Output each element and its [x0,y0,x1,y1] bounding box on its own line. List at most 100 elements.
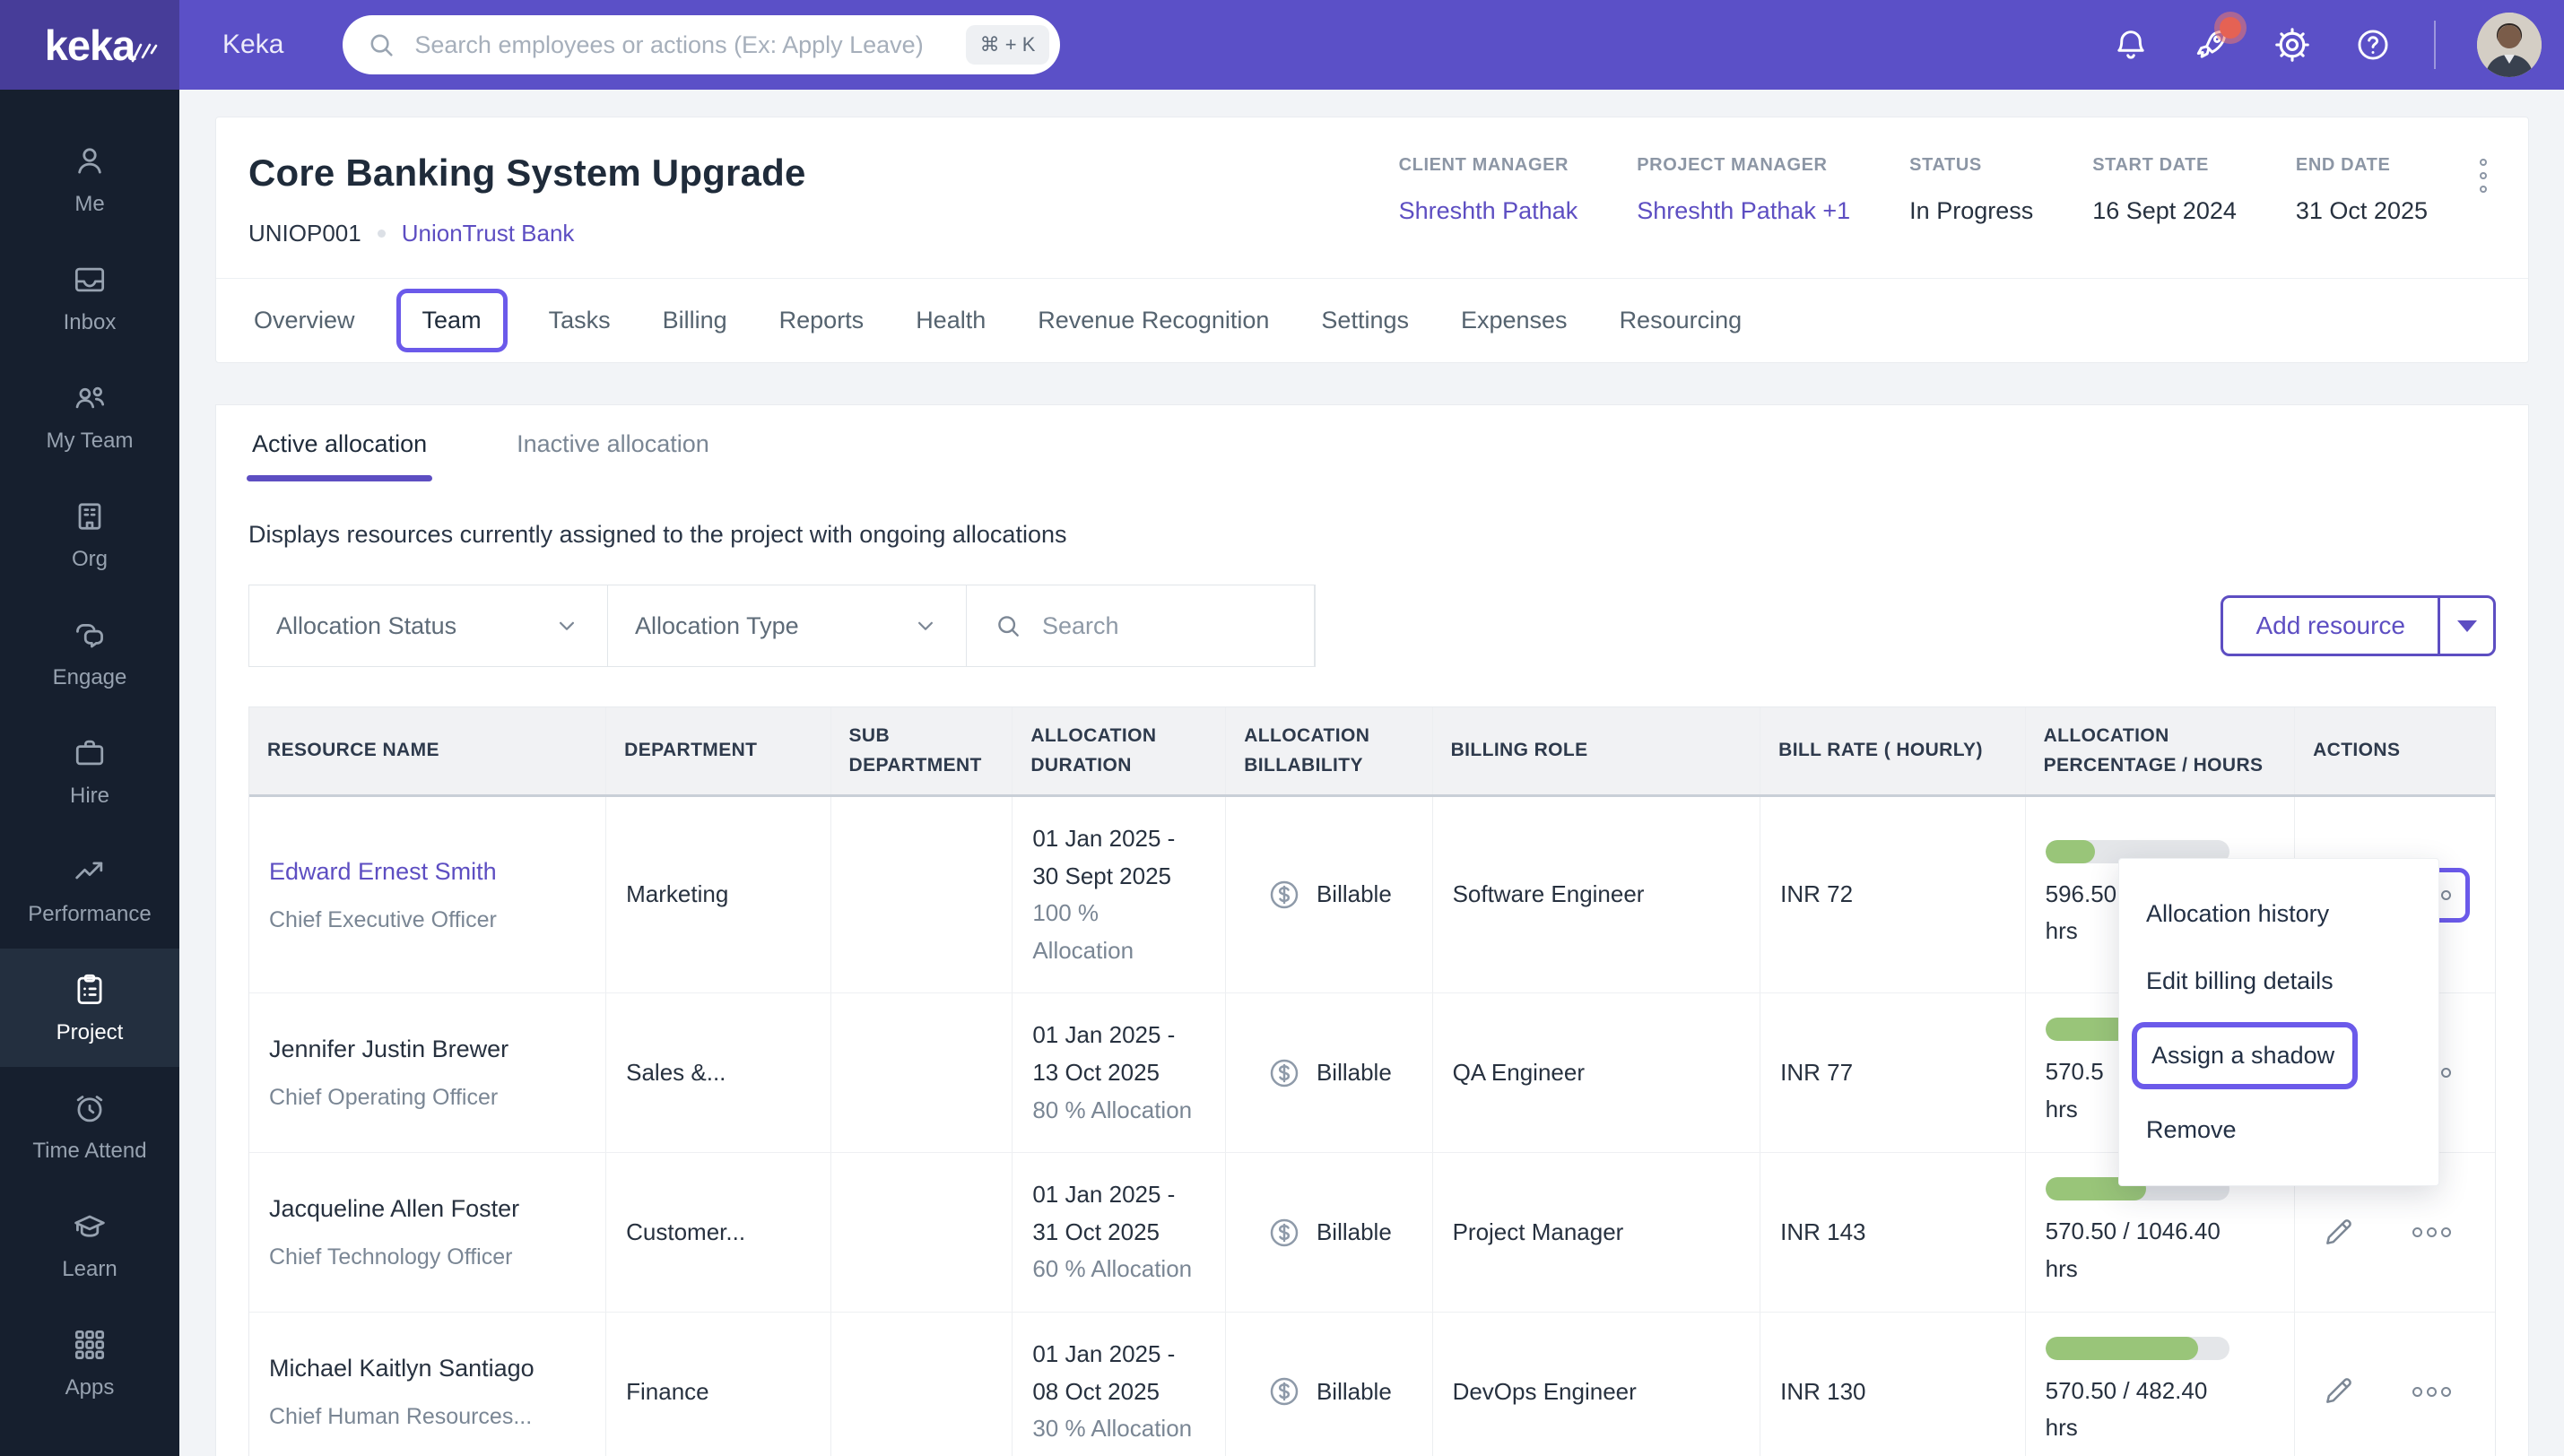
sidebar-item-icon [70,1207,109,1246]
edit-pencil-icon[interactable] [2320,1215,2356,1251]
allocation-type-filter[interactable]: Allocation Type [608,585,967,666]
project-header-top: Core Banking System Upgrade UNIOP001 Uni… [216,117,2528,278]
sidebar-item-icon [70,733,109,773]
sidebar-item-learn[interactable]: Learn [0,1185,179,1304]
bill-rate-value: INR 143 [1780,1218,1866,1245]
department-cell: Finance [606,1313,831,1456]
notifications-bell-icon[interactable] [2111,25,2151,65]
resource-name-link[interactable]: Jennifer Justin Brewer [269,1030,508,1069]
billability-value: Billable [1316,880,1392,908]
add-resource-button[interactable]: Add resource [2223,598,2438,654]
column-header-actions: ACTIONS [2313,740,2401,761]
row-actions-context-menu: Allocation history Edit billing details As… [2118,858,2439,1186]
department-value: Finance [626,1377,709,1405]
project-options-kebab[interactable] [2476,155,2490,196]
tab-reports[interactable]: Reports [779,307,865,334]
actions-cell [2295,1313,2495,1456]
sidebar-item-hire[interactable]: Hire [0,712,179,830]
table-search[interactable] [967,585,1315,666]
tab-billing[interactable]: Billing [663,307,727,334]
logo-spark-icon [127,27,158,63]
allocation-duration-cell: 01 Jan 2025 -30 Sept 2025 100 % Allocatio… [1013,797,1227,993]
resource-name-link[interactable]: Edward Ernest Smith [269,853,497,891]
whats-new-rocket-icon[interactable] [2192,17,2241,65]
user-avatar[interactable] [2477,13,2542,77]
department-value: Customer... [626,1218,746,1245]
project-meta-item: STATUS In Progress [1909,155,2033,225]
allocation-duration-cell: 01 Jan 2025 -08 Oct 2025 30 % Allocation [1013,1313,1227,1456]
context-menu-item-remove[interactable]: Remove [2119,1096,2438,1164]
sidebar-item-label: Time Attend [32,1139,147,1163]
sidebar-item-performance[interactable]: Performance [0,830,179,949]
meta-label: STATUS [1909,155,1982,175]
department-value: Sales &... [626,1059,726,1087]
sidebar-item-me[interactable]: Me [0,120,179,238]
sub-department-cell [831,797,1013,993]
subtab-inactive-allocation[interactable]: Inactive allocation [517,430,709,481]
project-code: UNIOP001 [248,220,361,247]
context-menu-item-allocation-history[interactable]: Allocation history [2119,880,2438,948]
sidebar-item-project[interactable]: Project [0,949,179,1067]
resource-name-link[interactable]: Jacqueline Allen Foster [269,1190,519,1228]
department-cell: Customer... [606,1153,831,1313]
resource-name-link[interactable]: Michael Kaitlyn Santiago [269,1349,535,1388]
ellipsis-icon [2412,1386,2451,1397]
tab-team[interactable]: Team [395,289,508,352]
settings-gear-icon[interactable] [2273,25,2312,65]
tab-resourcing[interactable]: Resourcing [1620,307,1743,334]
billability-value: Billable [1316,1059,1392,1087]
sidebar-item-inbox[interactable]: Inbox [0,238,179,357]
sidebar-item-org[interactable]: Org [0,475,179,594]
project-meta-item: PROJECT MANAGER Shreshth Pathak +1 [1637,155,1850,225]
allocation-subtabs: Active allocation Inactive allocation [216,405,2528,481]
bill-rate-cell: INR 72 [1760,797,2026,993]
context-menu-item-assign-a-shadow[interactable]: Assign a shadow [2132,1022,2358,1089]
tab-overview[interactable]: Overview [254,307,355,334]
sidebar-item-label: Hire [69,784,109,808]
bill-rate-cell: INR 130 [1760,1313,2026,1456]
allocation-percent-note: 80 % Allocation [1032,1096,1193,1123]
resource-name-cell: Edward Ernest Smith Chief Executive Offi… [249,797,607,993]
meta-label: CLIENT MANAGER [1398,155,1569,175]
context-menu-item-edit-billing-details[interactable]: Edit billing details [2119,948,2438,1015]
main-content: Core Banking System Upgrade UNIOP001 Uni… [179,90,2564,1456]
sidebar-item-my-team[interactable]: My Team [0,357,179,475]
billability-value: Billable [1316,1377,1392,1405]
help-icon[interactable] [2353,25,2393,65]
ellipsis-icon [2412,1227,2451,1238]
table-header-row: RESOURCE NAME DEPARTMENT SUB DEPARTMENT ALL… [249,707,2495,798]
allocation-status-filter[interactable]: Allocation Status [249,585,608,666]
chevron-down-icon [912,612,939,639]
sidebar-item-time-attend[interactable]: Time Attend [0,1067,179,1185]
sidebar-item-engage[interactable]: Engage [0,594,179,712]
sidebar-item-label: Org [71,547,108,571]
add-resource-dropdown-toggle[interactable] [2438,598,2493,654]
sidebar-item-apps[interactable]: Apps [0,1304,179,1422]
row-actions-kebab[interactable] [2394,1205,2470,1260]
allocation-hours-cell: 570.50 / 482.40 hrs [2026,1313,2296,1456]
subtab-active-allocation[interactable]: Active allocation [246,430,433,481]
row-actions-kebab[interactable] [2394,1365,2470,1419]
billability-cell: Billable [1226,993,1433,1153]
tab-health[interactable]: Health [916,307,986,334]
tab-settings[interactable]: Settings [1321,307,1409,334]
topbar-divider [2434,21,2436,69]
allocation-percent-note: 60 % Allocation [1032,1255,1193,1283]
column-header-allocation-billability: ALLOCATION BILLABILITY [1226,707,1433,795]
global-search-input[interactable] [413,30,950,60]
keka-logo[interactable]: keka [0,0,179,90]
tab-tasks[interactable]: Tasks [549,307,611,334]
tab-expenses[interactable]: Expenses [1461,307,1568,334]
global-search[interactable]: ⌘ + K [343,15,1061,74]
meta-value[interactable]: Shreshth Pathak +1 [1637,197,1850,225]
table-search-input[interactable] [1040,611,1273,641]
tab-revenue-recognition[interactable]: Revenue Recognition [1038,307,1269,334]
billability-cell: Billable [1226,1313,1433,1456]
allocation-duration-cell: 01 Jan 2025 -31 Oct 2025 60 % Allocation [1013,1153,1227,1313]
client-link[interactable]: UnionTrust Bank [402,220,575,247]
notification-badge [2220,17,2241,39]
app-root: keka Keka ⌘ + K Me Inbox My Te [0,0,2564,1456]
edit-pencil-icon[interactable] [2320,1374,2356,1409]
search-shortcut-badge: ⌘ + K [965,25,1050,65]
meta-value[interactable]: Shreshth Pathak [1399,197,1578,225]
